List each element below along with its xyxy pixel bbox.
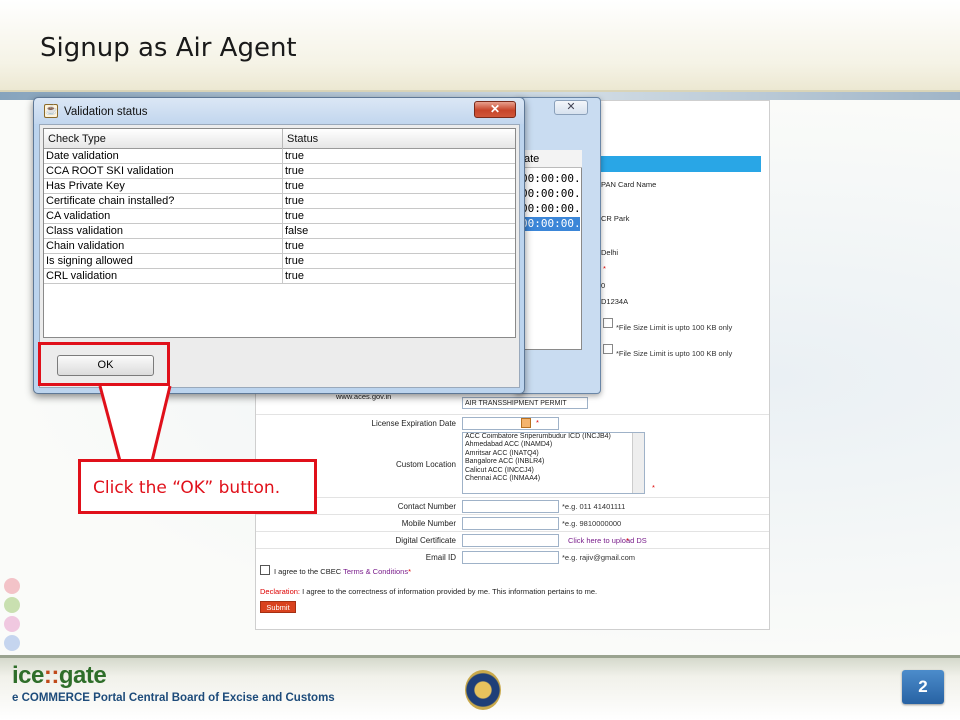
- logo-tagline: e COMMERCE Portal Central Board of Excis…: [12, 692, 335, 704]
- logo-part-ice: ice: [12, 662, 44, 689]
- deco-dot: [4, 635, 20, 651]
- emblem-icon: [465, 670, 501, 710]
- page-number: 2: [902, 670, 944, 704]
- logo-part-gate: gate: [58, 662, 107, 689]
- icegate-logo: ice::gate: [12, 662, 107, 690]
- callout-box: Click the “OK” button.: [78, 459, 317, 514]
- deco-dot: [4, 616, 20, 632]
- deco-dot: [4, 597, 20, 613]
- deco-dot: [4, 578, 20, 594]
- callout-text: Click the “OK” button.: [93, 478, 281, 498]
- callout-pointer: [98, 385, 172, 462]
- logo-separator: ::: [43, 662, 59, 689]
- decorative-dots: [4, 575, 30, 654]
